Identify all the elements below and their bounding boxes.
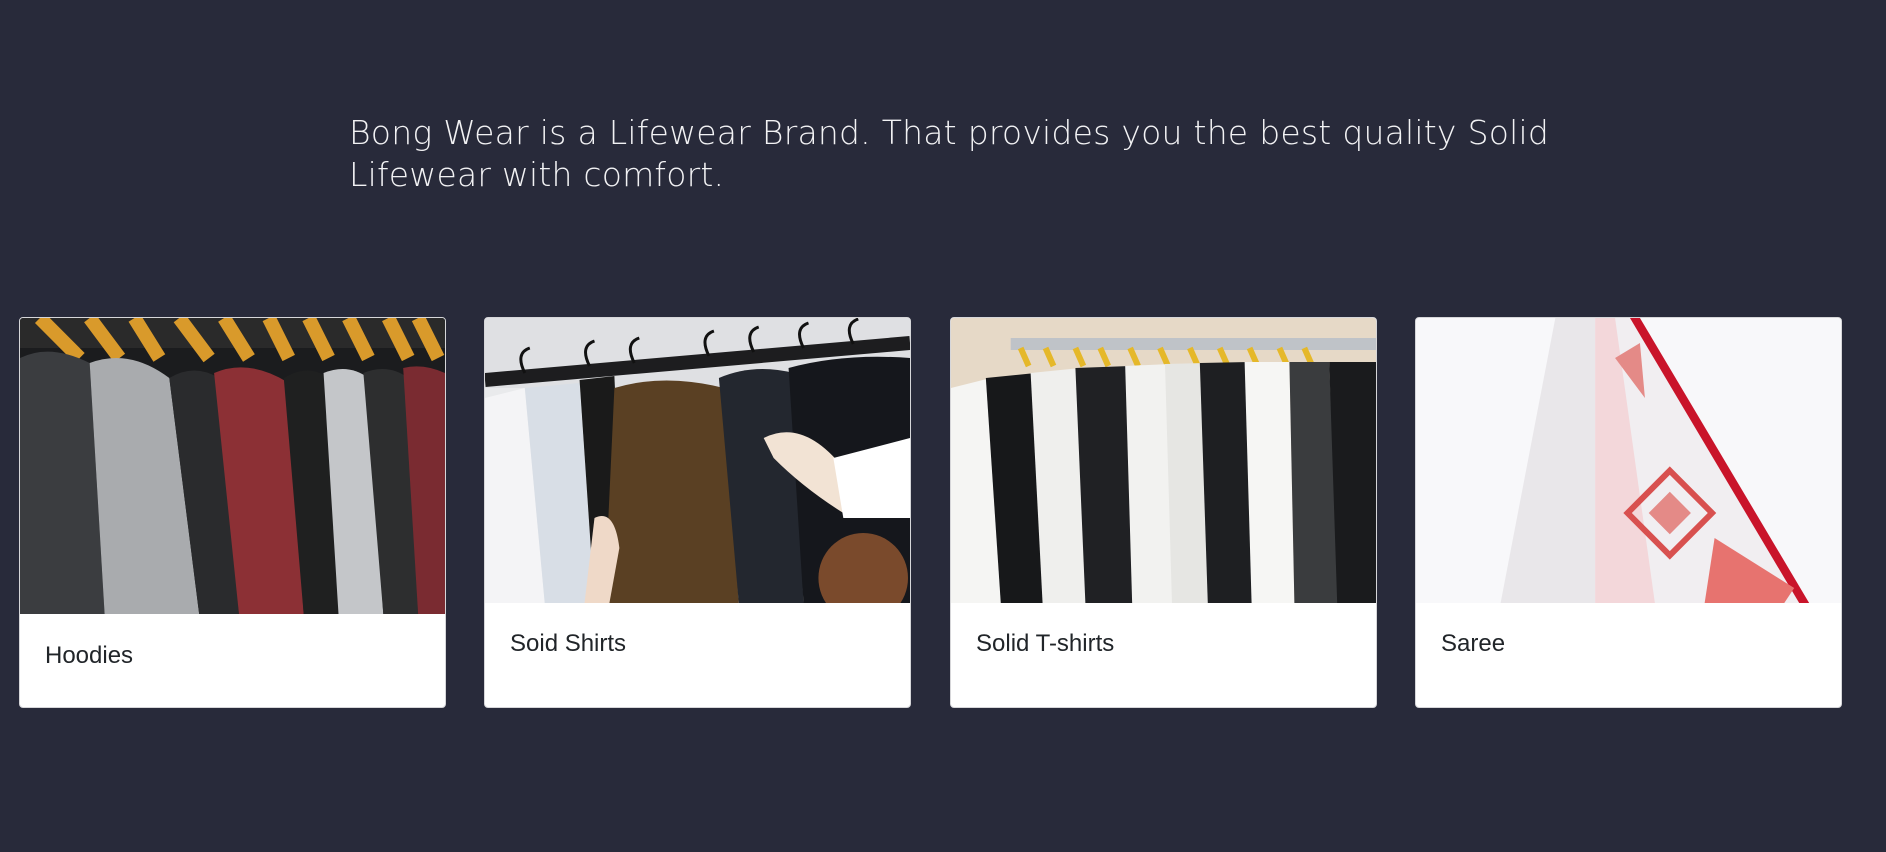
- category-card-saree[interactable]: Saree: [1415, 317, 1842, 708]
- card-title[interactable]: Hoodies: [45, 642, 133, 670]
- page: Bong Wear is a Lifewear Brand. That prov…: [0, 0, 1886, 852]
- tshirts-image: [951, 318, 1376, 603]
- category-card-soid-shirts[interactable]: Soid Shirts: [484, 317, 911, 708]
- card-title[interactable]: Solid T-shirts: [976, 630, 1114, 658]
- card-title[interactable]: Soid Shirts: [510, 630, 626, 658]
- category-card-solid-tshirts[interactable]: Solid T-shirts: [950, 317, 1377, 708]
- category-card-hoodies[interactable]: Hoodies: [19, 317, 446, 708]
- hoodies-image: [20, 318, 445, 614]
- saree-image: [1416, 318, 1841, 603]
- card-title[interactable]: Saree: [1441, 630, 1505, 658]
- brand-intro-text: Bong Wear is a Lifewear Brand. That prov…: [349, 113, 1549, 194]
- shirts-image: [485, 318, 910, 603]
